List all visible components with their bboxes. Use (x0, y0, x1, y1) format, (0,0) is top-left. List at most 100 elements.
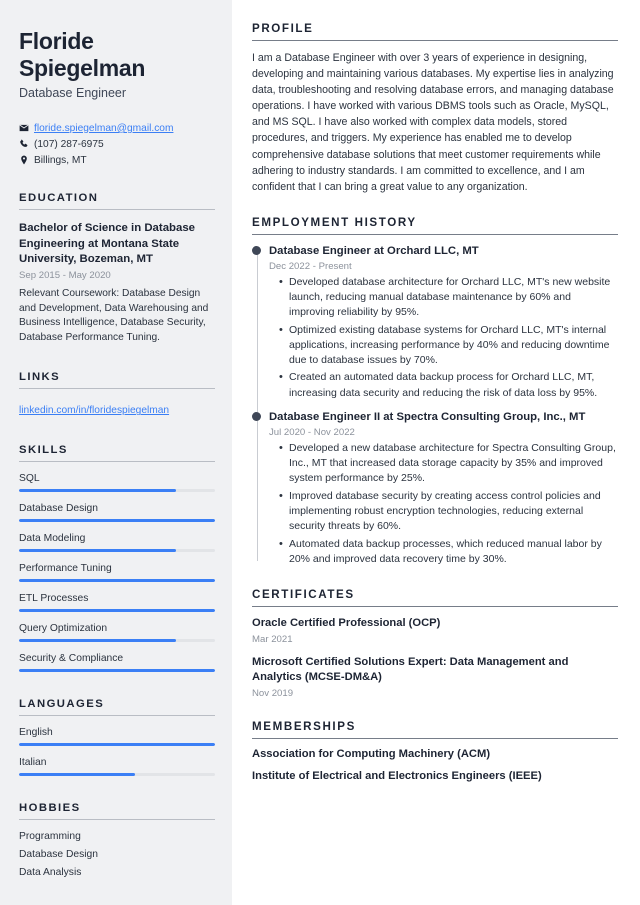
contact-phone-row: (107) 287-6975 (19, 139, 215, 150)
location-text: Billings, MT (34, 154, 87, 166)
skills-heading: SKILLS (19, 444, 68, 457)
skill-bar-fill (19, 489, 176, 493)
profile-text: I am a Database Engineer with over 3 yea… (252, 52, 614, 193)
languages-section: LANGUAGES English Italian (19, 698, 215, 777)
divider (19, 388, 215, 390)
memberships-heading: MEMBERSHIPS (252, 719, 356, 733)
employment-bullet: Optimized existing database systems for … (279, 322, 618, 369)
divider (252, 606, 618, 608)
profile-heading: PROFILE (252, 22, 314, 35)
divider (19, 819, 215, 821)
employment-heading: EMPLOYMENT HISTORY (252, 215, 417, 229)
employment-bullets: Developed a new database architecture fo… (269, 440, 618, 568)
certificate-title: Oracle Certified Professional (OCP) (252, 617, 441, 630)
divider (19, 715, 215, 717)
phone-icon (19, 139, 34, 149)
employment-date: Dec 2022 - Present (269, 260, 352, 272)
skill-label: Query Optimization (19, 623, 108, 635)
certificate-item: Oracle Certified Professional (OCP) Mar 2… (252, 616, 618, 644)
skill-item: Security & Compliance (19, 653, 215, 673)
profile-section: PROFILE I am a Database Engineer with ov… (252, 22, 618, 195)
languages-heading: LANGUAGES (19, 698, 105, 711)
education-date: Sep 2015 - May 2020 (19, 270, 111, 282)
skill-item: Query Optimization (19, 623, 215, 643)
memberships-list: Association for Computing Machinery (ACM… (252, 748, 618, 782)
skill-label: Security & Compliance (19, 653, 124, 665)
languages-list: English Italian (19, 727, 215, 777)
skill-bar-fill (19, 579, 215, 583)
map-pin-icon (19, 155, 34, 165)
divider (19, 208, 215, 210)
language-item: Italian (19, 757, 215, 777)
timeline-dot-icon (252, 412, 261, 422)
skill-label: Data Modeling (19, 533, 86, 545)
skill-item: ETL Processes (19, 593, 215, 613)
certificates-list: Oracle Certified Professional (OCP) Mar 2… (252, 616, 618, 698)
employment-entry: Database Engineer at Orchard LLC, MT Dec … (252, 244, 618, 402)
links-heading: LINKS (19, 371, 61, 384)
hobbies-heading: HOBBIES (19, 802, 81, 815)
divider (252, 233, 618, 235)
skill-bar-track (19, 609, 215, 613)
skill-bar-track (19, 549, 215, 553)
skill-bar-fill (19, 609, 215, 613)
employment-timeline: Database Engineer at Orchard LLC, MT Dec … (252, 244, 618, 568)
envelope-icon (19, 123, 34, 133)
sidebar: Floride Spiegelman Database Engineer flo… (0, 0, 232, 905)
skill-item: Data Modeling (19, 533, 215, 553)
education-heading: EDUCATION (19, 191, 99, 204)
skills-list: SQL Database Design Data Modeling Performan… (19, 473, 215, 673)
education-title: Bachelor of Science in Database Engineer… (19, 221, 195, 266)
certificates-section: CERTIFICATES Oracle Certified Profession… (252, 588, 618, 699)
skill-bar-track (19, 519, 215, 523)
skills-section: SKILLS SQL Database Design Data Modeling Pe… (19, 444, 215, 673)
links-section: LINKS linkedin.com/in/floridespiegelman (19, 371, 215, 418)
skill-label: Database Design (19, 503, 98, 515)
language-bar-track (19, 773, 215, 777)
employment-bullet: Developed a new database architecture fo… (279, 440, 618, 487)
skill-bar-track (19, 639, 215, 643)
language-bar-fill (19, 773, 135, 777)
employment-bullets: Developed database architecture for Orch… (269, 274, 618, 402)
employment-role: Database Engineer at Orchard LLC, MT (269, 244, 479, 257)
certificate-date: Nov 2019 (252, 687, 294, 699)
employment-bullet: Improved database security by creating a… (279, 488, 618, 535)
resume-page: Floride Spiegelman Database Engineer flo… (0, 0, 640, 905)
email-text[interactable]: floride.spiegelman@gmail.com (34, 123, 173, 134)
skill-label: Performance Tuning (19, 563, 112, 575)
skill-bar-fill (19, 669, 215, 673)
education-description: Relevant Coursework: Database Design and… (19, 288, 209, 343)
memberships-section: MEMBERSHIPS Association for Computing Ma… (252, 720, 618, 782)
language-bar-fill (19, 743, 215, 747)
contact-list: floride.spiegelman@gmail.com (107) 287-6… (19, 123, 215, 166)
employment-bullet: Created an automated data backup process… (279, 369, 618, 401)
divider (252, 737, 618, 739)
employment-role: Database Engineer II at Spectra Consulti… (269, 411, 586, 424)
contact-email-row[interactable]: floride.spiegelman@gmail.com (19, 123, 215, 134)
phone-text: (107) 287-6975 (34, 138, 104, 150)
skill-bar-track (19, 579, 215, 583)
employment-bullet: Developed database architecture for Orch… (279, 274, 618, 321)
link-item-linkedin[interactable]: linkedin.com/in/floridespiegelman (19, 405, 169, 416)
education-entry: Bachelor of Science in Database Engineer… (19, 221, 215, 346)
employment-date: Jul 2020 - Nov 2022 (269, 426, 355, 438)
timeline-dot-icon (252, 245, 261, 255)
certificates-heading: CERTIFICATES (252, 588, 355, 602)
skill-bar-fill (19, 549, 176, 553)
skill-item: SQL (19, 473, 215, 493)
skill-item: Performance Tuning (19, 563, 215, 583)
hobby-item: Data Analysis (19, 867, 82, 879)
language-item: English (19, 727, 215, 747)
language-bar-track (19, 743, 215, 747)
candidate-name: Floride Spiegelman Database Engineer (19, 28, 215, 100)
skill-label: SQL (19, 473, 40, 485)
skill-bar-fill (19, 639, 176, 643)
main-content: PROFILE I am a Database Engineer with ov… (232, 0, 640, 905)
skill-item: Database Design (19, 503, 215, 523)
language-label: English (19, 727, 53, 739)
name-text: Floride Spiegelman (19, 28, 146, 81)
hobby-item: Programming (19, 831, 81, 843)
divider (19, 461, 215, 463)
education-section: EDUCATION Bachelor of Science in Databas… (19, 192, 215, 346)
hobbies-section: HOBBIES Programming Database Design Data A… (19, 802, 215, 878)
